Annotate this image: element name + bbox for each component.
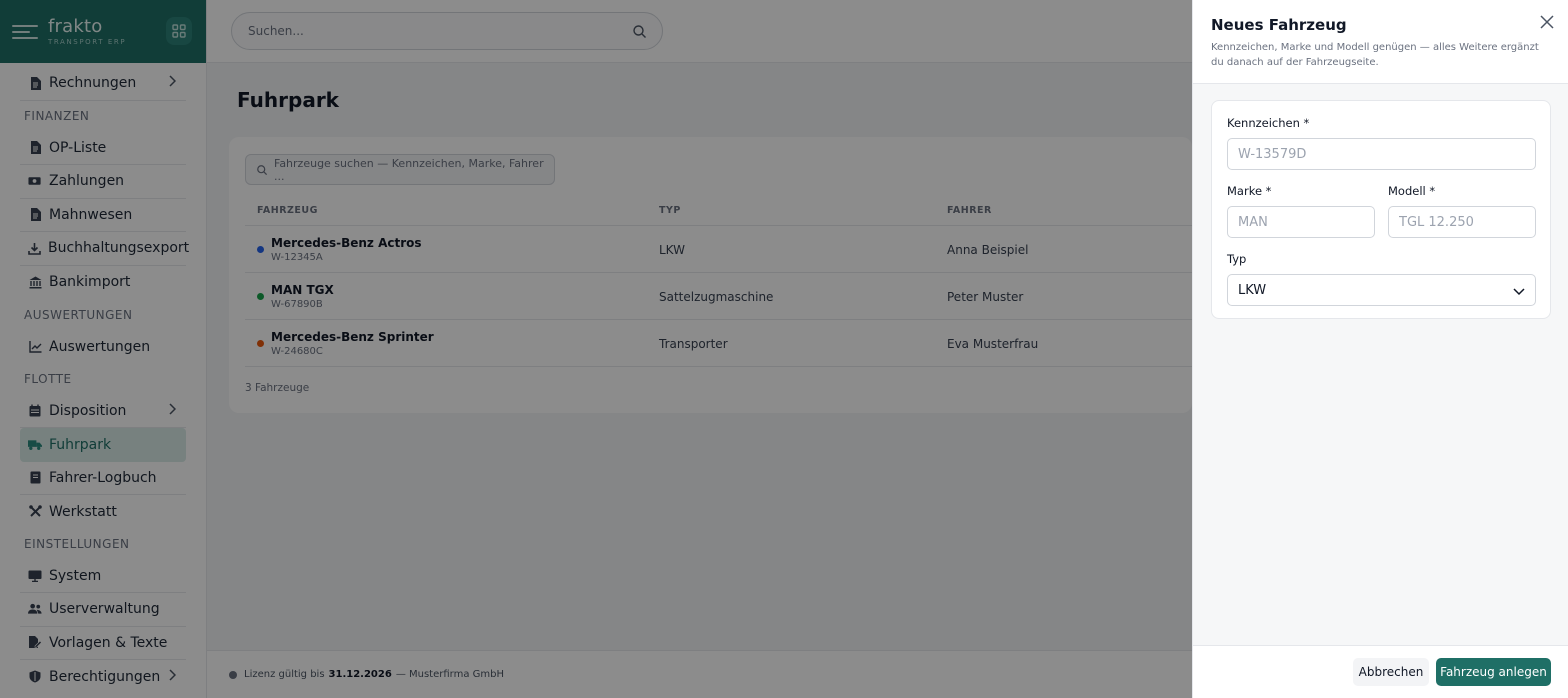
create-vehicle-button[interactable]: Fahrzeug anlegen xyxy=(1436,658,1551,686)
new-vehicle-drawer: Neues Fahrzeug Kennzeichen, Marke und Mo… xyxy=(1192,0,1568,698)
drawer-subtitle: Kennzeichen, Marke und Modell genügen — … xyxy=(1211,42,1539,68)
modal-backdrop[interactable] xyxy=(0,0,1192,698)
plate-field[interactable] xyxy=(1227,138,1536,170)
model-field[interactable] xyxy=(1388,206,1536,238)
drawer-title: Neues Fahrzeug xyxy=(1211,16,1347,34)
vehicle-form: Kennzeichen * Marke * Modell * Typ LKW xyxy=(1211,100,1551,319)
cancel-button[interactable]: Abbrechen xyxy=(1353,658,1429,686)
type-select-value: LKW xyxy=(1238,282,1267,298)
model-label: Modell * xyxy=(1388,184,1436,198)
brand-label: Marke * xyxy=(1227,184,1272,198)
plate-label: Kennzeichen * xyxy=(1227,116,1310,130)
close-icon[interactable] xyxy=(1540,14,1554,29)
drawer-footer: Abbrechen Fahrzeug anlegen xyxy=(1193,645,1568,698)
type-select[interactable]: LKW xyxy=(1227,274,1536,306)
drawer-header: Neues Fahrzeug Kennzeichen, Marke und Mo… xyxy=(1193,0,1568,84)
chevron-down-icon xyxy=(1513,285,1525,300)
brand-field[interactable] xyxy=(1227,206,1375,238)
type-label: Typ xyxy=(1227,252,1247,266)
